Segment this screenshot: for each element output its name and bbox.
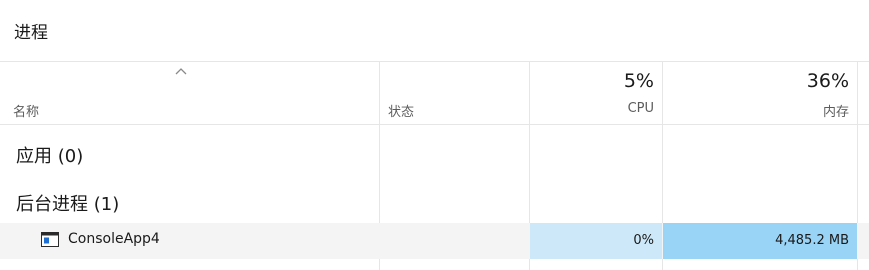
column-header-memory-label: 内存 xyxy=(822,105,849,120)
header-top-divider xyxy=(0,61,869,62)
group-header-apps[interactable]: 应用 (0) xyxy=(16,142,83,168)
column-header-name-label: 名称 xyxy=(13,105,40,120)
column-header-status-label: 状态 xyxy=(388,105,415,120)
memory-total-percent: 36% xyxy=(806,70,849,92)
group-header-background-processes[interactable]: 后台进程 (1) xyxy=(16,190,119,216)
cpu-total-percent: 5% xyxy=(623,70,654,92)
process-name: ConsoleApp4 xyxy=(68,231,160,247)
process-memory-value: 4,485.2 MB xyxy=(775,233,849,248)
console-window-icon xyxy=(41,232,59,247)
process-cpu-value: 0% xyxy=(633,233,654,248)
page-title: 进程 xyxy=(14,23,48,43)
sort-ascending-icon xyxy=(175,68,187,75)
column-header-cpu-label: CPU xyxy=(627,101,654,116)
header-bottom-divider xyxy=(0,124,869,125)
